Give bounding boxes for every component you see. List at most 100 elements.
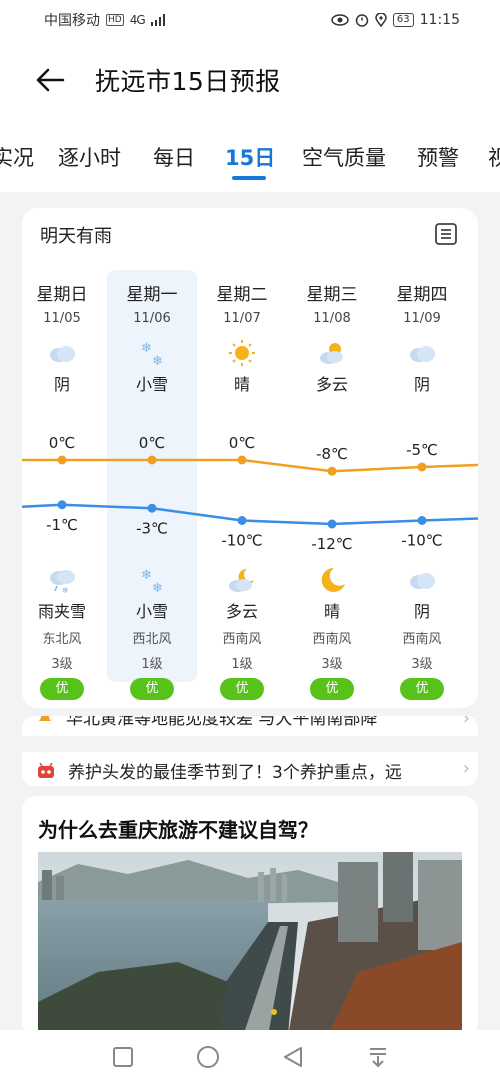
- tab-indicator: [232, 176, 266, 180]
- low-temp-label: -10℃: [221, 532, 262, 550]
- day-name: 星期四: [396, 285, 448, 305]
- home-button[interactable]: [188, 1037, 228, 1077]
- bell-icon: [39, 716, 51, 721]
- day-name: 星期日: [36, 285, 88, 305]
- back-button[interactable]: [30, 62, 70, 98]
- signal-icon: [150, 14, 165, 26]
- tab-video[interactable]: 视: [488, 142, 500, 172]
- alarm-icon: [355, 14, 369, 27]
- wind-level: 3级: [411, 657, 433, 672]
- status-bar: 中国移动 HD 4G 63 11:15: [0, 0, 500, 40]
- aqi-badge[interactable]: 优: [310, 678, 354, 700]
- night-weather: 雨夹雪: [37, 602, 86, 621]
- cloud-icon: [410, 573, 435, 589]
- list-view-button[interactable]: [434, 222, 458, 246]
- day-date: 11/05: [43, 311, 81, 326]
- triangle-back-icon: [283, 1047, 302, 1067]
- tab-15day[interactable]: 15日: [225, 142, 275, 172]
- sun-cloud-icon: [320, 343, 343, 364]
- day-weather: 小雪: [135, 375, 168, 394]
- day-weather: 多云: [315, 375, 348, 394]
- header: 抚远市15日预报: [0, 40, 500, 120]
- tab-warning[interactable]: 预警: [417, 142, 459, 172]
- low-temp-label: -1℃: [46, 516, 78, 534]
- day-column[interactable]: 星期三 11/08 多云: [287, 270, 377, 394]
- news-item[interactable]: 华北黄淮等地能见度较差 与大平南南部降 ›: [22, 716, 478, 736]
- location-icon: [375, 13, 387, 27]
- night-column: ❄ 雨夹雪 东北风 3级 优: [22, 566, 107, 700]
- low-temp-label: -12℃: [311, 535, 352, 553]
- day-column[interactable]: 星期二 11/07 晴: [197, 270, 287, 394]
- chevron-right-icon: ›: [462, 758, 470, 779]
- article-card[interactable]: 为什么去重庆旅游不建议自驾？: [22, 796, 478, 1036]
- pull-down-icon: [369, 1048, 386, 1068]
- high-temp-line: [22, 458, 478, 473]
- cloud-icon: [50, 346, 75, 362]
- low-temp-label: -10℃: [401, 532, 442, 550]
- wind-level: 1级: [141, 657, 163, 672]
- low-temp-point: [417, 516, 427, 525]
- aqi-badge[interactable]: 优: [400, 678, 444, 700]
- moon-cloud-icon: [229, 568, 254, 592]
- high-temp-point: [147, 455, 157, 465]
- high-temp-point: [57, 455, 67, 465]
- low-temp-label: -3℃: [136, 519, 168, 537]
- aqi-badge[interactable]: 优: [220, 678, 264, 700]
- list-icon: [435, 223, 457, 245]
- day-column[interactable]: 星期一 11/06 ❄ ❄ 小雪: [107, 270, 197, 682]
- wind-level: 3级: [321, 657, 343, 672]
- back-nav-button[interactable]: [273, 1037, 313, 1077]
- snow-icon: ❄❄: [141, 568, 163, 594]
- high-temp-point: [237, 455, 247, 465]
- hd-badge: HD: [106, 14, 124, 26]
- svg-text:❄: ❄: [141, 341, 152, 356]
- tab-air-quality[interactable]: 空气质量: [302, 142, 386, 172]
- night-weather: 多云: [225, 602, 258, 621]
- high-temp-label: -8℃: [316, 445, 348, 463]
- article-image: [38, 852, 462, 1036]
- night-weather: 小雪: [135, 602, 168, 621]
- news-text: 华北黄淮等地能见度较差 与大平南南部降: [66, 716, 378, 729]
- news-item[interactable]: 养护头发的最佳季节到了！3个养护重点，远 ›: [22, 752, 478, 786]
- night-column: 晴 西南风 3级 优: [287, 566, 377, 700]
- day-name: 星期一: [126, 285, 178, 305]
- day-column[interactable]: 星期四 11/09 阴: [377, 270, 467, 394]
- temperature-chart: 0℃ 0℃ 0℃ -8℃ -5℃ -1℃ -3℃ -10℃ -12℃ -10℃: [22, 434, 478, 553]
- low-temp-point: [147, 503, 157, 513]
- night-column: ❄ ❄ 小雪 西北风 1级 优: [107, 566, 197, 700]
- tab-hourly[interactable]: 逐小时: [58, 142, 121, 172]
- notification-pull-button[interactable]: [358, 1037, 398, 1077]
- aqi-badge[interactable]: 优: [130, 678, 174, 700]
- battery-indicator: 63: [392, 13, 414, 27]
- day-date: 11/07: [223, 311, 261, 326]
- tab-live[interactable]: 实况: [0, 142, 34, 172]
- wind-level: 3级: [51, 657, 73, 672]
- eye-icon: [331, 14, 349, 26]
- day-weather: 阴: [413, 375, 430, 394]
- sun-icon: [229, 340, 255, 366]
- day-name: 星期二: [216, 285, 268, 305]
- tab-daily[interactable]: 每日: [153, 142, 195, 172]
- forecast-card: 明天有雨 星期日 11/05 阴 星期一 11/06 ❄ ❄ 小雪 星期二 11/…: [22, 208, 478, 708]
- wind-direction: 西北风: [132, 632, 172, 647]
- network-label: 4G: [129, 13, 146, 27]
- article-title: 为什么去重庆旅游不建议自驾？: [38, 818, 318, 842]
- svg-text:❄: ❄: [141, 568, 152, 583]
- chevron-right-icon: ›: [462, 716, 470, 729]
- svg-text:❄: ❄: [152, 354, 163, 367]
- wind-direction: 西南风: [402, 632, 442, 647]
- wind-direction: 东北风: [42, 632, 82, 647]
- wind-level: 1级: [231, 657, 253, 672]
- recent-apps-button[interactable]: [103, 1037, 143, 1077]
- low-temp-point: [327, 519, 337, 529]
- forecast-summary: 明天有雨: [40, 226, 112, 247]
- day-date: 11/08: [313, 311, 351, 326]
- day-column[interactable]: 星期日 11/05 阴: [22, 270, 107, 394]
- high-temp-label: 0℃: [229, 434, 255, 452]
- moon-icon: [321, 567, 345, 592]
- wind-direction: 西南风: [312, 632, 352, 647]
- aqi-badge[interactable]: 优: [40, 678, 84, 700]
- high-temp-point: [327, 466, 337, 476]
- night-column: 阴 西南风 3级 优: [377, 566, 467, 700]
- low-temp-point: [237, 516, 247, 525]
